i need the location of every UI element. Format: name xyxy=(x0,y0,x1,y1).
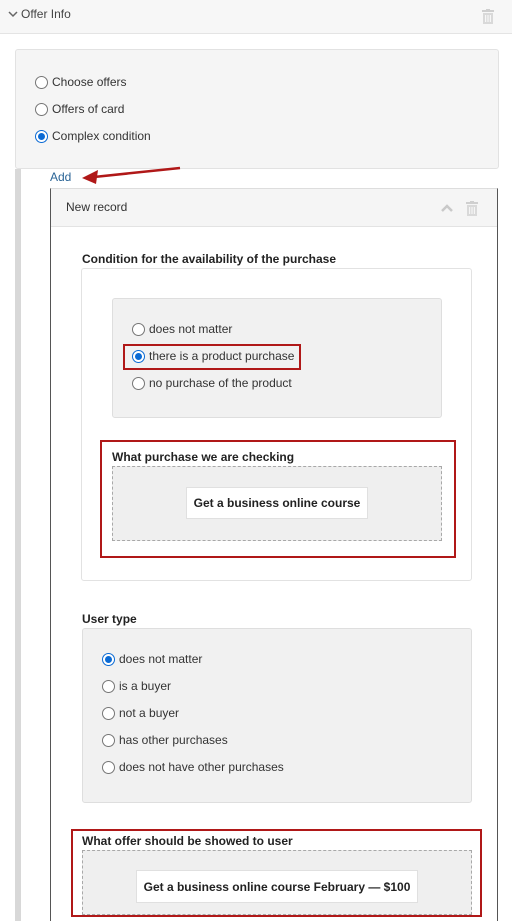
purchase-product-chip[interactable]: Get a business online course xyxy=(186,487,368,519)
radio-button[interactable] xyxy=(132,322,145,336)
chevron-down-icon[interactable] xyxy=(8,9,18,19)
option-label: is a buyer xyxy=(119,679,172,693)
offer-type-option-choose-offers[interactable]: Choose offers xyxy=(35,75,127,89)
offer-type-option-offers-of-card[interactable]: Offers of card xyxy=(35,102,124,116)
option-label: Complex condition xyxy=(52,129,151,143)
offer-type-panel: Choose offers Offers of card Complex con… xyxy=(15,49,499,169)
radio-button[interactable] xyxy=(35,102,48,116)
radio-button-selected[interactable] xyxy=(35,129,48,143)
caret-up-icon[interactable] xyxy=(441,204,453,212)
option-label: Choose offers xyxy=(52,75,127,89)
purchase-option-no-purchase[interactable]: no purchase of the product xyxy=(132,376,292,390)
radio-button-selected[interactable] xyxy=(132,349,145,363)
option-label: not a buyer xyxy=(119,706,180,720)
trash-icon[interactable] xyxy=(482,9,494,24)
purchase-option-product-purchase[interactable]: there is a product purchase xyxy=(132,349,294,363)
purchase-option-does-not-matter[interactable]: does not matter xyxy=(132,322,232,336)
option-label: does not have other purchases xyxy=(119,760,284,774)
add-record-link[interactable]: Add xyxy=(50,170,71,184)
offer-info-header[interactable]: Offer Info xyxy=(0,0,512,34)
option-label: does not matter xyxy=(119,652,203,666)
user-type-option-other-purchases[interactable]: has other purchases xyxy=(102,733,228,747)
arrow-icon xyxy=(82,166,181,184)
radio-button[interactable] xyxy=(102,733,115,747)
offer-shown-label: What offer should be showed to user xyxy=(82,834,293,848)
nesting-rail xyxy=(15,169,21,921)
offer-type-option-complex-condition[interactable]: Complex condition xyxy=(35,129,151,143)
user-type-option-no-other-purchases[interactable]: does not have other purchases xyxy=(102,760,284,774)
radio-button[interactable] xyxy=(132,376,145,390)
section-title: Offer Info xyxy=(21,7,71,21)
radio-button[interactable] xyxy=(35,75,48,89)
record-header: New record xyxy=(51,189,497,227)
user-type-option-not-buyer[interactable]: not a buyer xyxy=(102,706,179,720)
user-type-label: User type xyxy=(82,612,137,626)
purchase-condition-label: Condition for the availability of the pu… xyxy=(82,252,337,266)
radio-button[interactable] xyxy=(102,706,115,720)
record-title: New record xyxy=(66,200,128,214)
radio-button[interactable] xyxy=(102,679,115,693)
option-label: Offers of card xyxy=(52,102,125,116)
user-type-option-buyer[interactable]: is a buyer xyxy=(102,679,171,693)
option-label: no purchase of the product xyxy=(149,376,292,390)
radio-button[interactable] xyxy=(102,760,115,774)
user-type-option-does-not-matter[interactable]: does not matter xyxy=(102,652,202,666)
option-label: does not matter xyxy=(149,322,233,336)
option-label: has other purchases xyxy=(119,733,228,747)
trash-icon[interactable] xyxy=(466,201,478,216)
option-label: there is a product purchase xyxy=(149,349,295,363)
offer-chip[interactable]: Get a business online course February — … xyxy=(136,870,418,903)
purchase-check-label: What purchase we are checking xyxy=(112,450,295,464)
radio-button-selected[interactable] xyxy=(102,652,115,666)
